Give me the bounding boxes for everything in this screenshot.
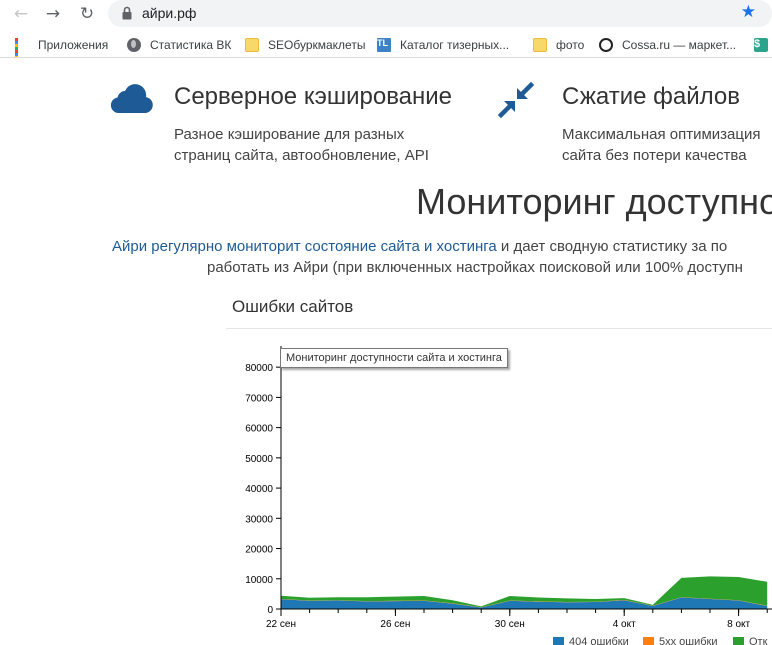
- bookmark-cossa[interactable]: Cossa.ru — маркет...: [599, 36, 736, 54]
- bookmark-label: фото: [556, 38, 585, 52]
- forward-arrow-icon[interactable]: →: [42, 3, 64, 25]
- monitoring-intro-line2: работать из Айри (при включенных настрой…: [207, 259, 743, 276]
- browser-toolbar: ← → ↻ айри.рф ★: [0, 0, 772, 28]
- bookmark-label: Приложения: [38, 38, 109, 52]
- folder-icon: [245, 38, 259, 52]
- bookmark-label: Cossa.ru — маркет...: [622, 38, 737, 52]
- errors-chart: 0 10000 20000 30000 40000 50000 60000 70000 8000…: [230, 338, 772, 643]
- y-tick-label: 70000: [245, 393, 273, 404]
- y-tick-label: 0: [267, 605, 273, 616]
- monitoring-heading: Мониторинг доступно: [416, 181, 772, 222]
- feature-title-compression: Сжатие файлов: [562, 83, 741, 110]
- bookmark-label: SEOбуркмаклеты: [268, 38, 366, 52]
- feature-desc-compression-line2: сайта без потери качества: [562, 147, 747, 164]
- bookmark-teaser-catalog[interactable]: TL Каталог тизерных...: [377, 36, 509, 54]
- errors-area-chart: 0 10000 20000 30000 40000 50000 60000 70000 8000…: [245, 346, 772, 630]
- bookmarks-bar: Приложения Статистика ВК SEOбуркмаклеты …: [0, 32, 772, 58]
- legend-swatch-404: [553, 636, 564, 645]
- monitoring-link[interactable]: Айри регулярно мониторит состояние сайта…: [112, 238, 497, 255]
- feature-desc-caching-line1: Разное кэширование для разных: [174, 126, 405, 143]
- address-bar[interactable]: айри.рф ★: [108, 0, 772, 27]
- legend-label-refusals: Отк: [749, 636, 768, 645]
- reload-icon[interactable]: ↻: [76, 3, 98, 25]
- y-tick-label: 60000: [245, 424, 273, 435]
- bookmark-label: Каталог тизерных...: [400, 38, 510, 52]
- url-text[interactable]: айри.рф: [142, 5, 196, 21]
- bookmark-star-icon[interactable]: ★: [741, 2, 756, 22]
- legend-swatch-refusals: [733, 636, 744, 645]
- y-tick-label: 50000: [245, 454, 273, 465]
- panel-divider: [226, 328, 772, 329]
- lock-icon: [122, 6, 132, 20]
- tl-favicon-icon: TL: [377, 38, 391, 52]
- apps-grid-icon: [15, 38, 29, 57]
- bookmark-label: Статистика ВК: [150, 38, 232, 52]
- dollar-favicon-icon: $: [754, 38, 768, 52]
- legend-item-5xx[interactable]: 5хх ошибки: [643, 636, 718, 645]
- folder-icon: [533, 38, 547, 52]
- chart-tooltip: Мониторинг доступности сайта и хостинга: [280, 348, 508, 368]
- bookmark-seo-folder[interactable]: SEOбуркмаклеты: [245, 36, 365, 54]
- bookmark-dollar[interactable]: $: [754, 36, 772, 54]
- bookmark-photo-folder[interactable]: фото: [533, 36, 584, 54]
- globe-icon: [127, 38, 141, 52]
- back-arrow-icon[interactable]: ←: [10, 3, 32, 25]
- legend-item-refusals[interactable]: Отк: [733, 636, 767, 645]
- legend-label-5xx: 5хх ошибки: [659, 636, 718, 645]
- y-tick-label: 20000: [245, 545, 273, 556]
- errors-panel-title: Ошибки сайтов: [232, 297, 354, 316]
- y-tick-label: 10000: [245, 575, 273, 586]
- x-tick-label: 8 окт: [727, 619, 750, 630]
- monitoring-intro-rest: и дает сводную статистику за по: [496, 238, 728, 255]
- legend-item-404[interactable]: 404 ошибки: [553, 636, 629, 645]
- compress-arrows-icon: [498, 82, 534, 118]
- feature-desc-caching-line2: страниц сайта, автообновление, API: [174, 147, 429, 164]
- y-tick-label: 30000: [245, 514, 273, 525]
- x-tick-label: 4 окт: [613, 619, 636, 630]
- legend-swatch-5xx: [643, 636, 654, 645]
- y-tick-label: 80000: [245, 363, 273, 374]
- x-tick-label: 22 сен: [266, 619, 296, 630]
- cossa-favicon-icon: [599, 38, 613, 52]
- monitoring-intro-line1: Айри регулярно мониторит состояние сайта…: [112, 238, 727, 255]
- y-tick-label: 40000: [245, 484, 273, 495]
- feature-title-caching: Серверное кэширование: [174, 83, 453, 110]
- x-tick-label: 26 сен: [380, 619, 410, 630]
- x-tick-label: 30 сен: [495, 619, 525, 630]
- bookmark-apps[interactable]: Приложения: [15, 36, 109, 57]
- legend-label-404: 404 ошибки: [569, 636, 629, 645]
- cloud-icon: [110, 84, 153, 114]
- feature-desc-compression-line1: Максимальная оптимизация: [562, 126, 761, 143]
- bookmark-vk-stats[interactable]: Статистика ВК: [127, 36, 231, 54]
